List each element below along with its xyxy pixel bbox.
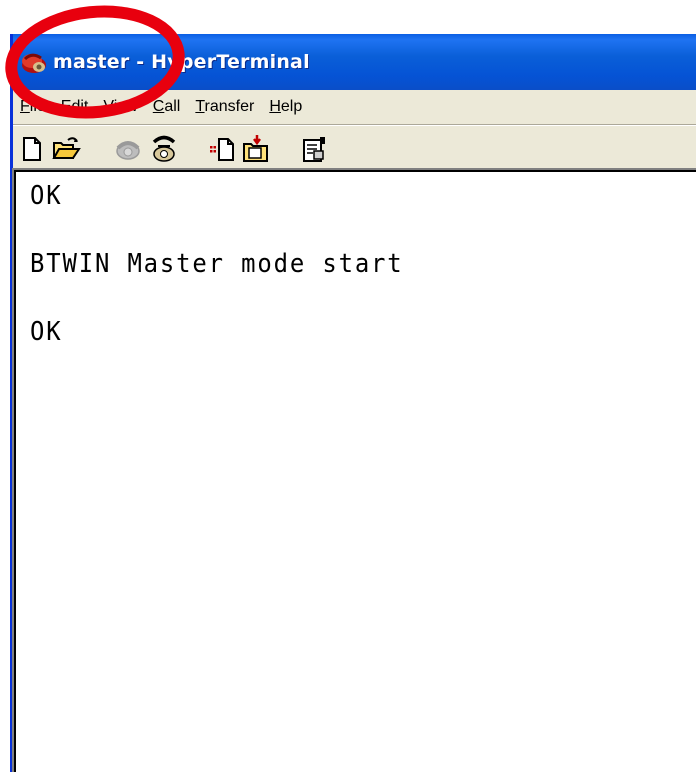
- receive-icon[interactable]: [241, 134, 271, 164]
- disconnect-icon[interactable]: [149, 134, 179, 164]
- menu-call-label: all: [164, 98, 181, 115]
- screen: master - HyperTerminal File Edit View Ca…: [0, 0, 696, 772]
- terminal-frame: OK BTWIN Master mode start OK: [12, 168, 696, 772]
- menu-help-accel: H: [269, 98, 281, 115]
- hyperterminal-phone-icon: [22, 53, 46, 73]
- menu-file-accel: F: [20, 98, 30, 115]
- menu-transfer[interactable]: Transfer: [188, 90, 262, 124]
- terminal-line: BTWIN Master mode start: [30, 249, 404, 279]
- menu-help-label: elp: [280, 98, 303, 115]
- menu-transfer-label: ransfer: [204, 98, 255, 115]
- menu-help[interactable]: Help: [262, 90, 310, 124]
- menu-edit-accel: E: [60, 98, 72, 115]
- connect-icon[interactable]: [113, 134, 143, 164]
- menu-transfer-accel: T: [195, 98, 205, 115]
- menu-call-accel: C: [152, 98, 165, 115]
- menu-edit[interactable]: Edit: [54, 90, 97, 124]
- menu-call[interactable]: Call: [146, 90, 189, 124]
- terminal-line: OK: [30, 181, 63, 211]
- send-icon[interactable]: [207, 134, 237, 164]
- menu-file-label: ile: [29, 98, 46, 115]
- menu-edit-label: dit: [71, 98, 89, 115]
- window-title: master - HyperTerminal: [53, 51, 310, 73]
- menu-file[interactable]: File: [13, 90, 54, 124]
- properties-icon[interactable]: [299, 134, 329, 164]
- toolbar: [13, 126, 696, 174]
- new-icon[interactable]: [17, 134, 47, 164]
- menu-view[interactable]: View: [96, 90, 145, 124]
- title-bar[interactable]: master - HyperTerminal: [13, 34, 696, 90]
- terminal-line: OK: [30, 317, 63, 347]
- menu-view-accel: V: [103, 98, 114, 115]
- menu-view-label: iew: [113, 98, 138, 115]
- menu-bar: File Edit View Call Transfer Help: [13, 90, 696, 124]
- open-icon[interactable]: [51, 134, 81, 164]
- terminal-screen[interactable]: OK BTWIN Master mode start OK: [14, 170, 696, 772]
